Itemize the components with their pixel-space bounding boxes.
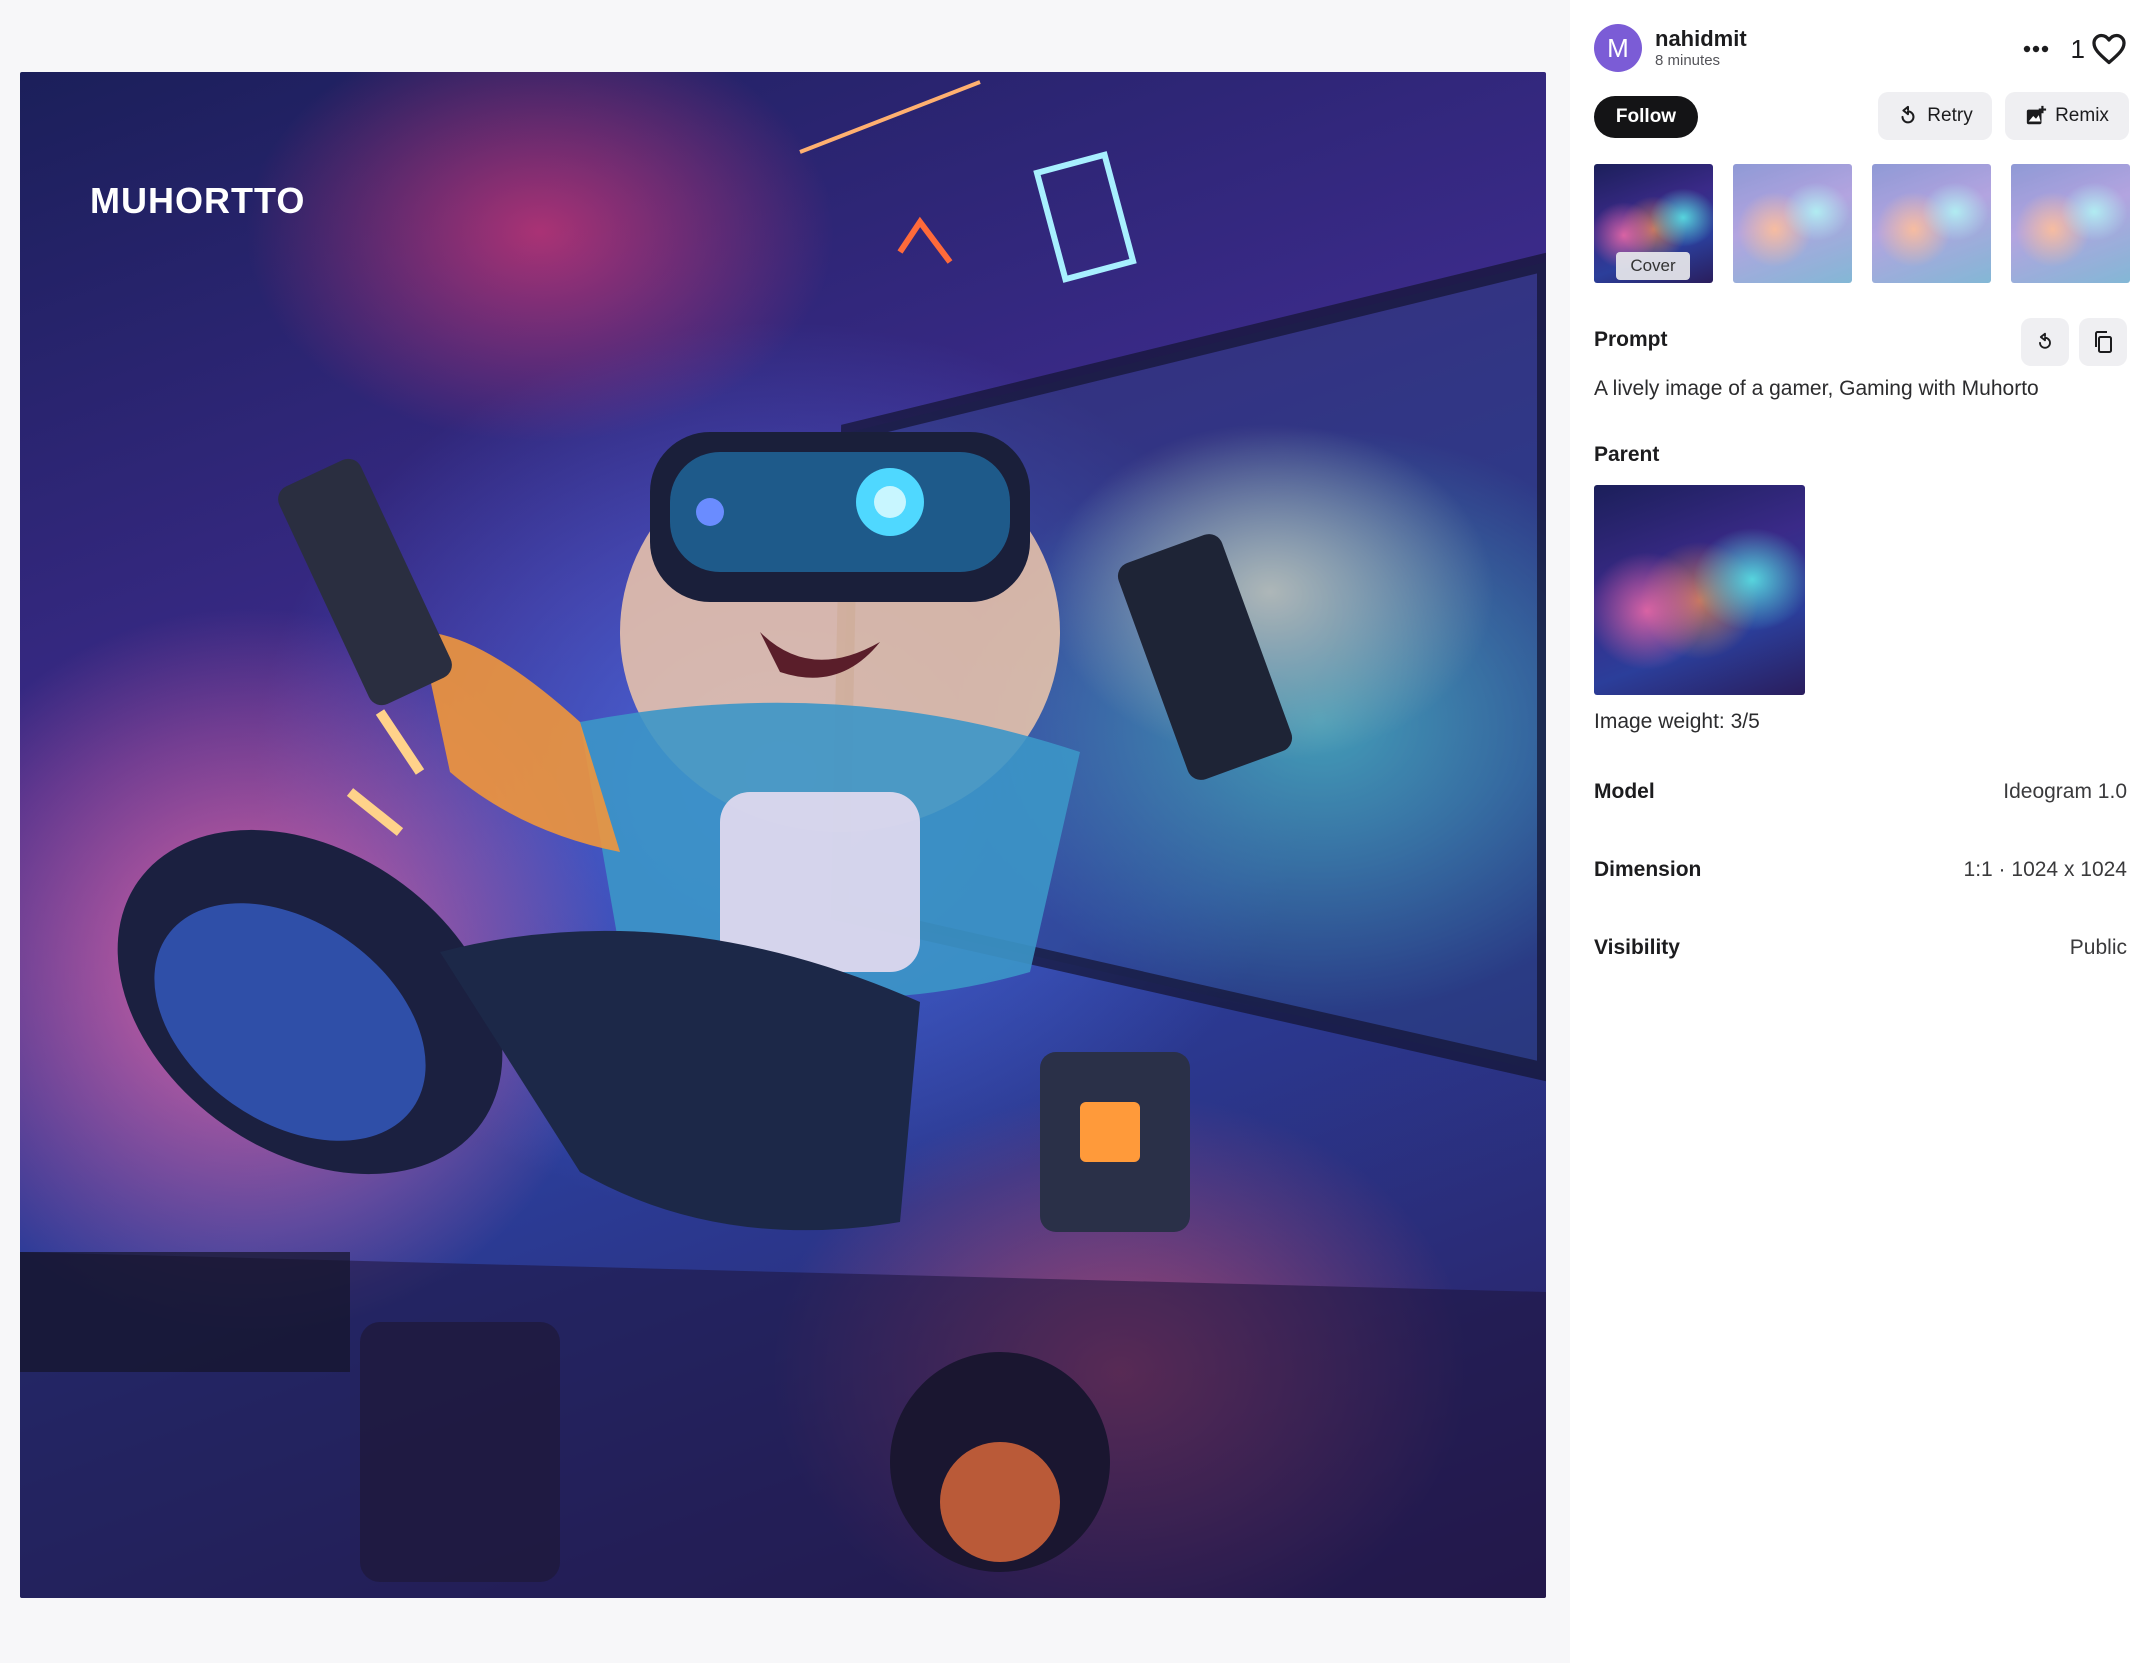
heart-icon[interactable] [2091,32,2127,66]
variation-thumbnails: Cover [1594,164,2130,283]
image-watermark: MUHORTTO [90,180,306,221]
prompt-tools [2021,318,2127,366]
dimension-value: 1:1 · 1024 x 1024 [1963,858,2127,881]
user-info: M nahidmit 8 minutes [1594,24,1747,72]
parent-heading: Parent [1594,443,1660,466]
visibility-label: Visibility [1594,936,1680,959]
reuse-prompt-icon [2039,332,2051,349]
post-time: 8 minutes [1655,52,1721,69]
retry-button[interactable]: Retry [1878,92,1992,140]
cover-badge: Cover [1616,252,1690,280]
thumbnail-4[interactable] [2011,164,2130,283]
parent-image[interactable] [1594,485,1805,695]
username[interactable]: nahidmit [1655,26,1747,52]
image-stage: MUHORTTO [0,0,1570,1663]
retry-icon [1901,105,1915,124]
details-sidebar: M nahidmit 8 minutes 1 Follow Retry Remi… [1570,0,2153,1663]
like-count: 1 [2070,33,2085,64]
remix-icon [2026,105,2047,125]
visibility-value: Public [2069,936,2127,959]
prompt-text: A lively image of a gamer, Gaming with M… [1594,377,2039,400]
remix-label: Remix [2055,105,2109,126]
visibility-row: Visibility Public [1594,936,2127,960]
dimension-row: Dimension 1:1 · 1024 x 1024 [1594,858,2127,882]
scene-artwork [20,80,1546,1598]
post-actions: 1 [2021,32,2127,66]
prompt-heading: Prompt [1594,328,1668,351]
copy-prompt-button[interactable] [2079,318,2127,366]
thumbnail-2[interactable] [1733,164,1852,283]
copy-icon [2095,331,2112,353]
reuse-prompt-button[interactable] [2021,318,2069,366]
thumbnail-cover[interactable]: Cover [1594,164,1713,283]
avatar[interactable]: M [1594,24,1642,72]
model-value: Ideogram 1.0 [2003,780,2127,803]
model-row: Model Ideogram 1.0 [1594,780,2127,804]
follow-button[interactable]: Follow [1594,96,1698,138]
retry-label: Retry [1927,105,1973,126]
remix-button[interactable]: Remix [2005,92,2129,140]
generated-image[interactable]: MUHORTTO [20,72,1546,1598]
image-weight: Image weight: 3/5 [1594,710,1760,733]
model-label: Model [1594,780,1655,803]
dimension-label: Dimension [1594,858,1702,881]
more-icon[interactable] [2021,34,2051,64]
thumbnail-3[interactable] [1872,164,1991,283]
